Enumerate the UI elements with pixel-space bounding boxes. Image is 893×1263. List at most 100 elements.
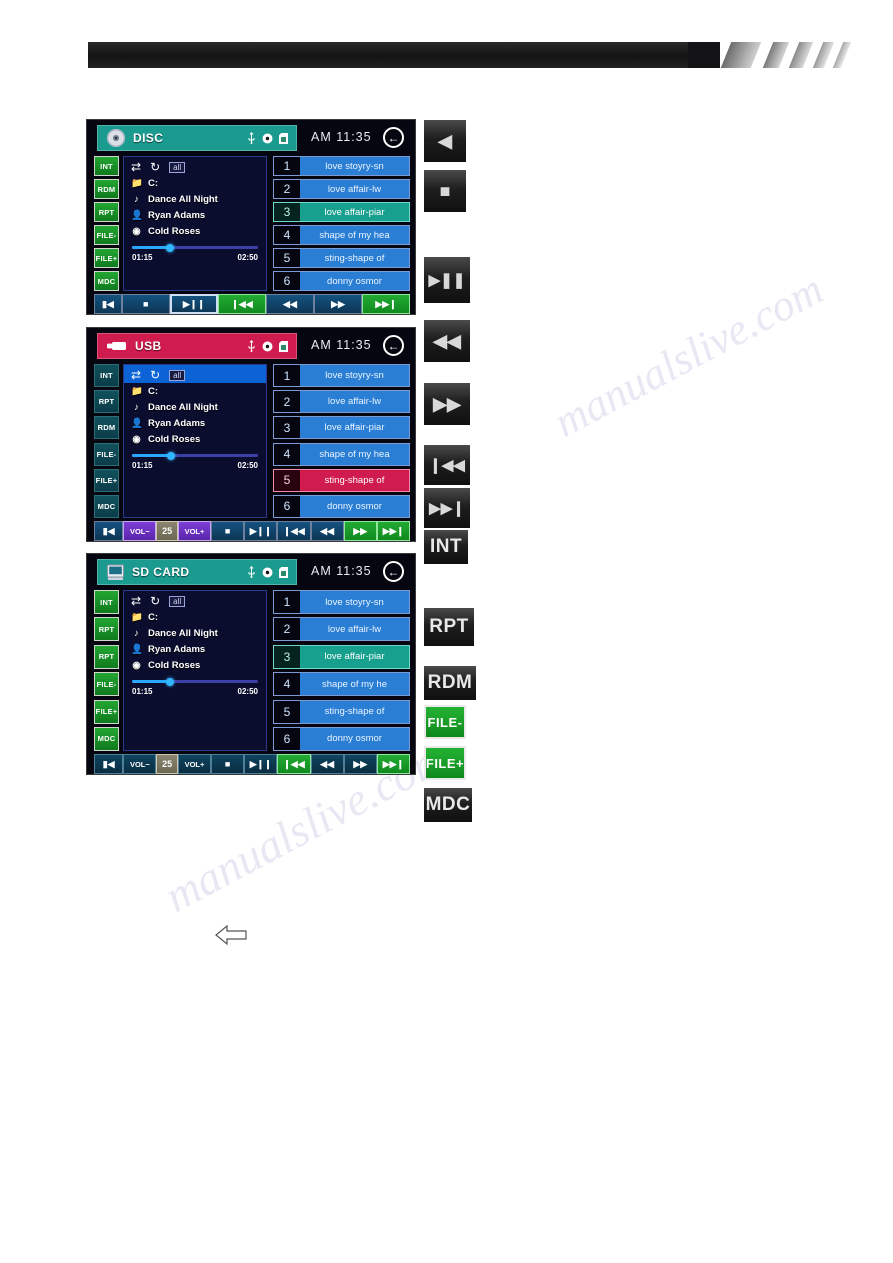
track-list-item[interactable]: 2 love affair-lw bbox=[273, 179, 410, 199]
rail-button-rpt[interactable]: RPT bbox=[94, 390, 119, 414]
volume-down-button[interactable]: VOL− bbox=[123, 521, 157, 541]
stop-button[interactable]: ■ bbox=[121, 294, 170, 314]
repeat-icon[interactable]: ↻ bbox=[150, 161, 160, 173]
stop-button[interactable]: ■ bbox=[211, 754, 245, 774]
shuffle-icon[interactable]: ⇄ bbox=[131, 369, 141, 381]
source-chip[interactable]: USB bbox=[97, 333, 297, 359]
next-track-button[interactable]: ▶▶❙ bbox=[376, 521, 410, 541]
rewind-button[interactable]: ◀◀ bbox=[310, 521, 344, 541]
back-button[interactable]: ← bbox=[383, 335, 404, 356]
volume-up-button[interactable]: VOL+ bbox=[177, 754, 212, 774]
track-title: shape of my he bbox=[322, 678, 387, 690]
track-list-item[interactable]: 5 sting-shape of bbox=[273, 699, 410, 724]
repeat-scope-label[interactable]: all bbox=[169, 369, 186, 381]
repeat-icon[interactable]: ↻ bbox=[150, 595, 160, 607]
track-title: love affair-lw bbox=[327, 396, 382, 408]
seek-bar[interactable] bbox=[124, 241, 266, 252]
track-list-item[interactable]: 3 love affair-piar bbox=[273, 202, 410, 222]
track-list-item[interactable]: 6 donny osmor bbox=[273, 726, 410, 751]
rail-button-rdm[interactable]: RDM bbox=[94, 416, 119, 440]
rail-button-rdm[interactable]: RDM bbox=[94, 179, 119, 199]
play-pause-button[interactable]: ▶❙❙ bbox=[169, 294, 218, 314]
next-track-button[interactable]: ▶▶❙ bbox=[362, 294, 411, 314]
rail-button-int[interactable]: INT bbox=[94, 156, 119, 176]
next-track-button[interactable]: ▶▶❙ bbox=[376, 754, 410, 774]
track-list-item[interactable]: 2 love affair-lw bbox=[273, 617, 410, 642]
rewind-button[interactable]: ◀◀ bbox=[265, 294, 314, 314]
repeat-scope-label[interactable]: all bbox=[169, 161, 186, 173]
track-list-item[interactable]: 4 shape of my hea bbox=[273, 442, 410, 466]
track-list-item[interactable]: 1 love stoyry-sn bbox=[273, 590, 410, 614]
track-title: sting-shape of bbox=[324, 706, 385, 718]
play-pause-button[interactable]: ▶❙❙ bbox=[244, 521, 278, 541]
track-list-item[interactable]: 4 shape of my he bbox=[273, 672, 410, 697]
back-button[interactable]: ← bbox=[383, 127, 404, 148]
rail-button-file-minusplus[interactable]: FILE+ bbox=[94, 248, 119, 268]
fast-forward-button[interactable]: ▶▶ bbox=[343, 754, 377, 774]
track-number: 2 bbox=[274, 180, 300, 198]
transport-controls: ▮◀ VOL− 25 VOL+ ■ ▶❙❙ ❙◀◀ ◀◀ ▶▶ ▶▶❙ bbox=[94, 754, 410, 774]
previous-track-button[interactable]: ❙◀◀ bbox=[217, 294, 266, 314]
track-number: 5 bbox=[274, 700, 300, 723]
rail-button-file-minus[interactable]: FILE- bbox=[94, 225, 119, 245]
previous-track-button[interactable]: ❙◀◀ bbox=[277, 754, 311, 774]
seek-handle[interactable] bbox=[165, 243, 174, 252]
play-pause-icon: ▶❚❚ bbox=[424, 257, 470, 303]
track-number: 2 bbox=[274, 618, 300, 641]
rail-button-file-minusplus[interactable]: FILE+ bbox=[94, 468, 119, 492]
track-list-item[interactable]: 1 love stoyry-sn bbox=[273, 156, 410, 176]
stop-button[interactable]: ■ bbox=[211, 521, 245, 541]
seek-track[interactable] bbox=[132, 243, 258, 252]
time-row: 01:15 02:50 bbox=[124, 459, 266, 470]
volume-value[interactable]: 25 bbox=[156, 754, 178, 774]
shuffle-icon[interactable]: ⇄ bbox=[131, 161, 141, 173]
rail-button-mdc[interactable]: MDC bbox=[94, 494, 119, 518]
elapsed-time: 01:15 bbox=[132, 687, 153, 696]
shuffle-icon[interactable]: ⇄ bbox=[131, 595, 141, 607]
track-list-item[interactable]: 2 love affair-lw bbox=[273, 390, 410, 414]
seek-bar[interactable] bbox=[124, 449, 266, 460]
track-list-item[interactable]: 3 love affair-piar bbox=[273, 416, 410, 440]
rail-button-int[interactable]: INT bbox=[94, 590, 119, 614]
repeat-icon[interactable]: ↻ bbox=[150, 369, 160, 381]
seek-handle[interactable] bbox=[167, 451, 176, 460]
rewind-button[interactable]: ◀◀ bbox=[310, 754, 344, 774]
track-list-item[interactable]: 5 sting-shape of bbox=[273, 468, 410, 492]
track-list-item[interactable]: 6 donny osmor bbox=[273, 271, 410, 291]
watermark-text: manualslive.com bbox=[545, 264, 832, 447]
rail-button-file-minus[interactable]: FILE- bbox=[94, 672, 119, 697]
seek-track[interactable] bbox=[132, 677, 258, 686]
back-button[interactable]: ← bbox=[383, 561, 404, 582]
track-title: love affair-piar bbox=[324, 651, 385, 663]
track-list-item[interactable]: 1 love stoyry-sn bbox=[273, 364, 410, 387]
rail-button-int[interactable]: INT bbox=[94, 364, 119, 387]
track-list-item[interactable]: 3 love affair-piar bbox=[273, 644, 410, 669]
mute-button[interactable]: ▮◀ bbox=[94, 521, 124, 541]
rail-button-mdc[interactable]: MDC bbox=[94, 271, 119, 291]
rail-button-mdc[interactable]: MDC bbox=[94, 726, 119, 751]
rail-button-rpt[interactable]: RPT bbox=[94, 202, 119, 222]
source-chip[interactable]: DISC bbox=[97, 125, 297, 151]
track-list-item[interactable]: 6 donny osmor bbox=[273, 494, 410, 518]
seek-track[interactable] bbox=[132, 451, 258, 460]
seek-bar[interactable] bbox=[124, 675, 266, 686]
source-label: SD CARD bbox=[132, 565, 190, 579]
play-pause-button[interactable]: ▶❙❙ bbox=[244, 754, 278, 774]
mute-button[interactable]: ▮◀ bbox=[94, 294, 122, 314]
volume-value[interactable]: 25 bbox=[156, 521, 178, 541]
previous-track-button[interactable]: ❙◀◀ bbox=[277, 521, 311, 541]
rail-button-rpt[interactable]: RPT bbox=[94, 644, 119, 669]
source-chip[interactable]: SD CARD bbox=[97, 559, 297, 585]
volume-up-button[interactable]: VOL+ bbox=[177, 521, 212, 541]
track-list-item[interactable]: 4 shape of my hea bbox=[273, 225, 410, 245]
rail-button-file-minusplus[interactable]: FILE+ bbox=[94, 699, 119, 724]
track-list-item[interactable]: 5 sting-shape of bbox=[273, 248, 410, 268]
volume-down-button[interactable]: VOL− bbox=[123, 754, 157, 774]
fast-forward-button[interactable]: ▶▶ bbox=[313, 294, 362, 314]
mute-button[interactable]: ▮◀ bbox=[94, 754, 124, 774]
fast-forward-button[interactable]: ▶▶ bbox=[343, 521, 377, 541]
seek-handle[interactable] bbox=[165, 677, 174, 686]
rail-button-file-minus[interactable]: FILE- bbox=[94, 442, 119, 466]
repeat-scope-label[interactable]: all bbox=[169, 595, 186, 607]
rail-button-rpt[interactable]: RPT bbox=[94, 617, 119, 642]
